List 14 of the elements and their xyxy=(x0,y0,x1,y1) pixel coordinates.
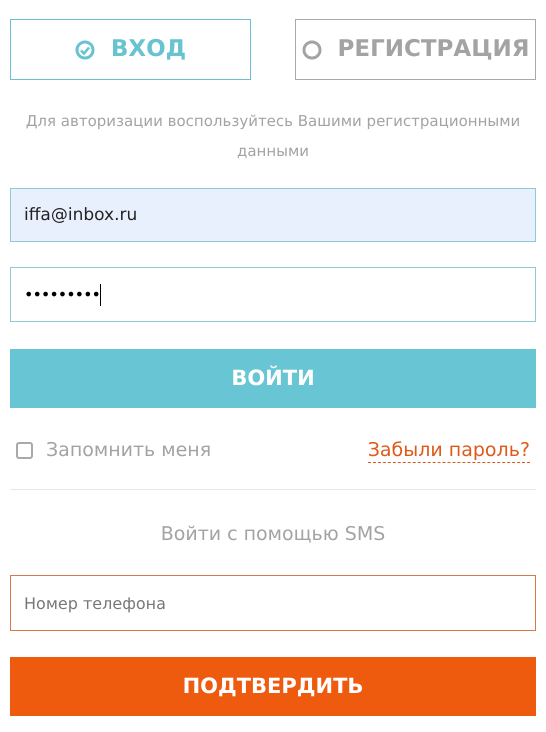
sms-heading: Войти с помощью SMS xyxy=(160,522,386,546)
check-circle-icon xyxy=(74,40,95,60)
email-field[interactable]: iffa@inbox.ru xyxy=(10,188,536,242)
tab[interactable]: ВХОД xyxy=(10,19,251,80)
checkbox[interactable] xyxy=(16,442,33,459)
phone-field[interactable]: Номер телефона xyxy=(10,575,536,631)
forgot-password-link[interactable]: Забыли пароль? xyxy=(368,438,530,463)
instruction-text: Для авторизации воспользуйтесь Вашими регистрационными данными xyxy=(24,111,522,162)
remember-label: Запомнить меня xyxy=(46,438,212,463)
circle-icon xyxy=(302,40,322,60)
tab[interactable]: РЕГИСТРАЦИЯ xyxy=(295,19,536,80)
password-field[interactable]: ••••••••• xyxy=(10,267,536,322)
login-button[interactable]: ВОЙТИ xyxy=(10,349,536,408)
confirm-button[interactable]: ПОДТВЕРДИТЬ xyxy=(10,657,536,716)
